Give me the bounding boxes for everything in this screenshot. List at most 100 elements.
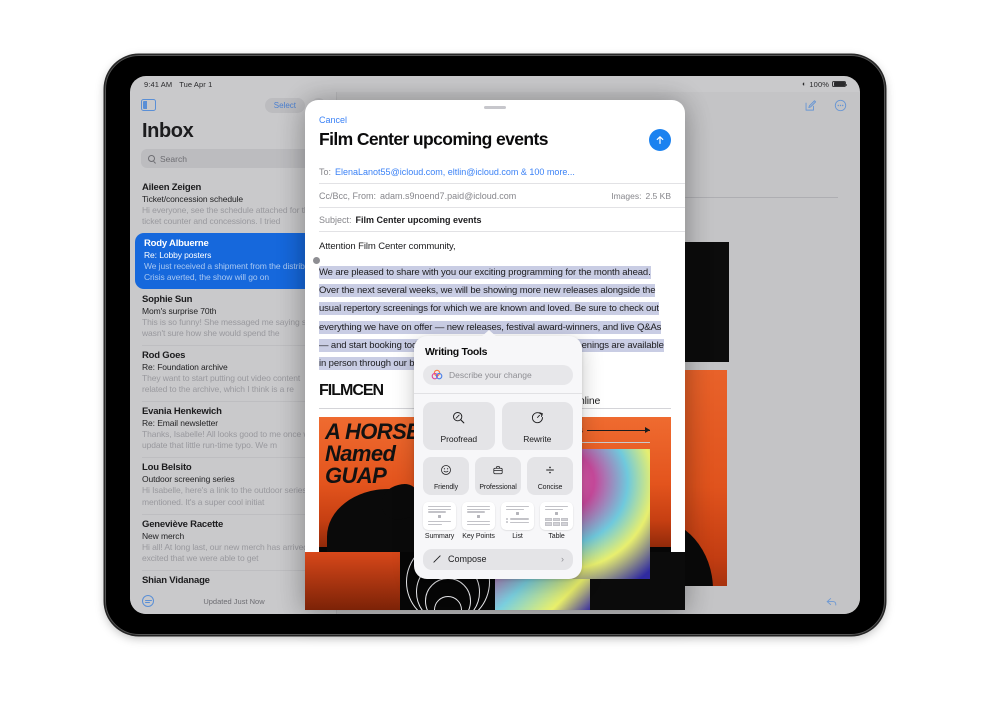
- embedded-poster-type: A HORSE Named GUAP: [325, 418, 421, 488]
- to-label: To:: [319, 166, 332, 177]
- body-greeting: Attention Film Center community,: [319, 240, 456, 252]
- list-label: List: [512, 532, 523, 540]
- search-icon: [148, 155, 155, 162]
- rewrite-clock-icon: [530, 410, 545, 430]
- list-doc-icon: [501, 501, 534, 530]
- more-circle-icon[interactable]: [834, 99, 847, 112]
- message-subject: Re: Email newsletter: [142, 418, 218, 429]
- status-date: Tue Apr 1: [179, 79, 213, 89]
- proofread-button[interactable]: Proofread: [423, 401, 495, 450]
- to-field[interactable]: To: ElenaLanot55@icloud.com, eltlin@iclo…: [305, 160, 685, 184]
- battery-icon: [832, 80, 848, 88]
- briefcase-icon: [492, 463, 504, 481]
- pencil-icon: [432, 554, 442, 564]
- writing-tools-divider: [414, 393, 582, 394]
- status-time: 9:41 AM: [144, 79, 173, 89]
- message-preview: They want to start putting out video con…: [142, 373, 301, 395]
- chevron-right-icon: ›: [561, 554, 564, 565]
- battery-percent: 100%: [809, 79, 829, 89]
- search-input[interactable]: Search: [141, 149, 326, 168]
- sender-name: Rod Goes: [142, 350, 186, 362]
- to-value: ElenaLanot55@icloud.com, eltlin@icloud.c…: [335, 166, 575, 177]
- wifi-icon: ◐: [802, 80, 807, 88]
- thumb-horse: [305, 552, 400, 610]
- key-points-doc-icon: [462, 501, 495, 530]
- divide-icon: [544, 463, 556, 481]
- list-item[interactable]: Sophie Sun 2/4 Mom's surprise 70th This …: [133, 289, 334, 345]
- subject-label: Subject:: [319, 214, 352, 225]
- list-item[interactable]: Geneviève Racette 2/4 New merch Hi all! …: [133, 513, 334, 570]
- sender-name: Rody Albuerne: [144, 238, 209, 250]
- table-button[interactable]: Table: [540, 501, 573, 541]
- writing-tools-popover: Writing Tools Describe your change Proof…: [414, 336, 582, 579]
- reply-icon[interactable]: [825, 595, 838, 607]
- new-message-icon[interactable]: [804, 99, 817, 112]
- ccbcc-value: adam.s9noend7.paid@icloud.com: [380, 190, 517, 201]
- images-size: 2.5 KB: [645, 190, 671, 201]
- list-item[interactable]: Rod Goes 2/4 Re: Foundation archive They…: [133, 345, 334, 401]
- message-preview: This is so funny! She messaged me saying…: [142, 317, 316, 339]
- search-placeholder: Search: [160, 153, 187, 164]
- message-subject: Re: Lobby posters: [144, 250, 212, 261]
- compose-button[interactable]: Compose ›: [423, 548, 573, 570]
- table-label: Table: [548, 532, 565, 540]
- key-points-button[interactable]: Key Points: [462, 501, 495, 541]
- list-button[interactable]: List: [501, 501, 534, 541]
- list-item[interactable]: Shian Vidanage 2/4 Suggestion box Hey gu…: [133, 569, 334, 588]
- rewrite-label: Rewrite: [523, 433, 552, 444]
- professional-button[interactable]: Professional: [475, 456, 521, 495]
- message-subject: Mom's surprise 70th: [142, 306, 217, 317]
- key-points-label: Key Points: [462, 532, 495, 540]
- selection-handle[interactable]: [313, 256, 320, 264]
- message-preview: Hi all! At long last, our new merch has …: [142, 541, 323, 563]
- images-label: Images:: [611, 190, 642, 201]
- summary-button[interactable]: Summary: [423, 501, 456, 541]
- primary-actions-row: Proofread Rewrite: [423, 401, 573, 450]
- summary-label: Summary: [424, 532, 455, 540]
- sidebar-toggle-icon[interactable]: [141, 99, 156, 111]
- list-item-selected[interactable]: Rody Albuerne 2/4 Re: Lobby posters We j…: [135, 233, 332, 290]
- message-preview: Hi everyone, see the schedule attached f…: [142, 205, 314, 227]
- subject-field[interactable]: Subject: Film Center upcoming events: [305, 208, 685, 232]
- siri-sparkle-icon: [431, 369, 443, 381]
- sheet-title: Film Center upcoming events: [319, 129, 548, 150]
- select-button[interactable]: Select: [264, 97, 305, 113]
- sender-name: Aileen Zeigen: [142, 182, 202, 193]
- describe-change-input[interactable]: Describe your change: [423, 365, 573, 385]
- magnifier-pencil-icon: [451, 410, 466, 430]
- table-doc-icon: [540, 501, 573, 530]
- message-subject: Ticket/concession schedule: [142, 194, 244, 204]
- ccbcc-field[interactable]: Cc/Bcc, From: adam.s9noend7.paid@icloud.…: [305, 184, 685, 208]
- concise-button[interactable]: Concise: [527, 456, 573, 495]
- subject-value: Film Center upcoming events: [355, 214, 482, 225]
- tone-actions-row: Friendly Professional Concise: [423, 456, 573, 495]
- list-item[interactable]: Evania Henkewich 2/4 Re: Email newslette…: [133, 401, 334, 457]
- status-bar: 9:41 AM Tue Apr 1 ◐ 100%: [130, 76, 860, 92]
- filter-icon[interactable]: [142, 595, 154, 607]
- concise-label: Concise: [537, 483, 563, 491]
- friendly-button[interactable]: Friendly: [423, 456, 469, 495]
- message-preview: Hi Isabelle, here's a link to the outdoo…: [142, 485, 312, 507]
- sender-name: Lou Belsito: [142, 462, 192, 474]
- summary-doc-icon: [423, 501, 456, 530]
- writing-tools-title: Writing Tools: [425, 346, 488, 358]
- message-subject: New merch: [142, 530, 185, 541]
- cancel-button[interactable]: Cancel: [305, 109, 685, 125]
- proofread-label: Proofread: [440, 433, 478, 444]
- sender-name: Geneviève Racette: [142, 518, 224, 530]
- send-button[interactable]: [649, 128, 671, 151]
- friendly-label: Friendly: [433, 483, 459, 491]
- sheet-title-row: Film Center upcoming events: [305, 125, 685, 160]
- message-preview: Thanks, Isabelle! All looks good to me o…: [142, 429, 315, 451]
- compose-label: Compose: [448, 554, 487, 565]
- updated-status: Updated Just Now: [203, 596, 265, 606]
- message-subject: Suggestion box: [142, 587, 325, 588]
- list-item[interactable]: Aileen Zeigen 2/4 Ticket/concession sche…: [133, 177, 334, 233]
- message-subject: Re: Foundation archive: [142, 362, 228, 373]
- screenshot-stage: 9:41 AM Tue Apr 1 ◐ 100% Select Inbox Se…: [0, 0, 989, 707]
- rewrite-button[interactable]: Rewrite: [501, 401, 573, 450]
- ccbcc-label: Cc/Bcc, From:: [319, 190, 377, 201]
- sender-name: Evania Henkewich: [142, 406, 222, 418]
- format-actions-row: Summary Key Points List Table: [423, 501, 573, 541]
- list-item[interactable]: Lou Belsito 2/4 Outdoor screening series…: [133, 457, 334, 513]
